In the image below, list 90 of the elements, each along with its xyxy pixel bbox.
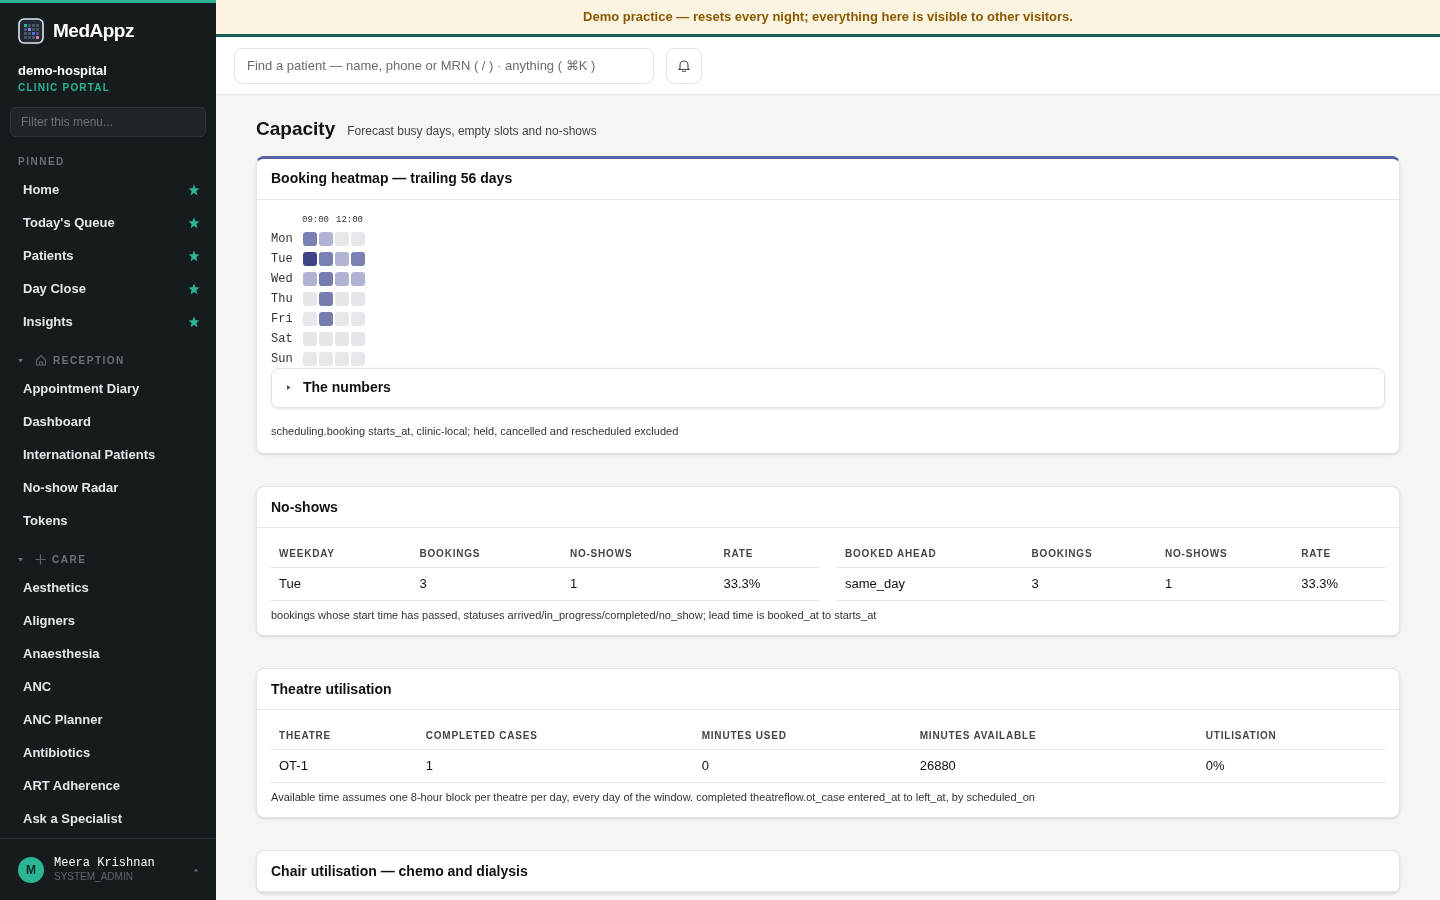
caret-icon[interactable] [18,357,23,363]
disclosure-label: The numbers [303,378,391,397]
user-avatar: M [18,856,44,883]
menu-item[interactable]: Today's Queue [0,206,216,239]
table-cell: 1 [417,749,694,782]
column-header: MINUTES AVAILABLE [911,722,1198,749]
menu-item[interactable]: Appointment Diary [0,372,216,405]
menu-item[interactable]: Aligners [0,604,216,637]
search-field[interactable]: Find a patient — name, phone or MRN ( / ) · anything ( ⌘K ) [234,47,654,84]
column-header: THEATRE [271,722,418,749]
house-icon [35,354,47,366]
column-header: WEEKDAY [271,540,412,567]
section-heading: CARE [52,552,87,567]
star-icon[interactable] [188,249,200,262]
card-title: Theatre utilisation [271,679,392,699]
numbers-disclosure[interactable]: The numbers [271,367,1385,408]
section-heading: PINNED [18,154,65,169]
user-role: SYSTEM_ADMIN [54,871,134,883]
menu-item[interactable]: Day Close [0,272,216,305]
caret-icon [286,385,291,390]
table-cell: 0% [1197,749,1385,782]
column-header: COMPLETED CASES [417,722,694,749]
card-title: Chair utilisation — chemo and dialysis [271,861,528,881]
day-label: Fri [271,310,294,328]
menu-item[interactable]: No-show Radar [0,471,216,504]
column-header: UTILISATION [1197,722,1385,749]
column-header: NO-SHOWS [1156,540,1294,567]
menu-item[interactable]: Home [0,173,216,206]
menu-item[interactable]: Insights [0,305,216,338]
table-cell: Tue [271,567,412,600]
table-cell: 1 [1156,567,1294,600]
card-title: No-shows [271,497,338,517]
column-header: BOOKINGS [411,540,562,567]
menu-item[interactable]: Antibiotics [0,736,216,769]
column-header: BOOKED AHEAD [837,540,1024,567]
column-header: RATE [715,540,819,567]
portal-label: CLINIC PORTAL [18,81,112,95]
plus-icon [35,553,46,565]
day-label: Wed [271,270,294,288]
section-heading: RECEPTION [53,353,125,368]
menu-item[interactable]: International Patients [0,438,216,471]
table-cell: 26880 [911,749,1198,782]
menu-item[interactable]: Anaesthesia [0,637,216,670]
hour-label: 09:00 [302,213,330,227]
org-name: demo-hospital [18,61,108,80]
table-cell: same_day [837,567,1024,600]
grid-logo-icon [18,18,44,45]
table-cell: 1 [561,567,716,600]
day-label: Mon [271,230,294,248]
menu-item[interactable]: Aesthetics [0,571,216,604]
table-cell: 33.3% [1293,567,1385,600]
day-label: Thu [271,290,294,308]
user-name: Meera Krishnan [54,856,156,871]
menu-item[interactable]: ANC [0,670,216,703]
caret-icon[interactable] [194,867,198,872]
filter-field[interactable]: Filter this menu... [10,107,206,137]
app-logo-text: MedAppz [53,19,134,43]
star-icon[interactable] [188,282,200,295]
menu-item[interactable]: ANC Planner [0,703,216,736]
star-icon[interactable] [188,216,200,229]
card-title: Booking heatmap — trailing 56 days [271,169,513,188]
menu-item[interactable]: Dashboard [0,405,216,438]
card-note: scheduling.booking starts_at, clinic-local; held, cancelled and rescheduled excluded [271,423,680,439]
column-header: NO-SHOWS [561,540,716,567]
day-label: Sat [271,330,294,348]
table-cell: 3 [1023,567,1157,600]
day-label: Sun [271,350,294,368]
table-cell: 0 [693,749,912,782]
column-header: MINUTES USED [693,722,912,749]
card-note: bookings whose start time has passed, statuses arrived/in_progress/completed/no_show; lead time is booked_at to starts_at [271,607,878,623]
menu-item[interactable]: Tokens [0,504,216,537]
card-note: Available time assumes one 8-hour block per theatre per day, every day of the window. completed theatreflow.ot_case entered_at to left_at, by scheduled_on [271,789,1036,805]
hour-label: 12:00 [336,213,364,227]
menu-item[interactable]: Ask a Specialist [0,802,216,835]
page-subtitle: Forecast busy days, empty slots and no-shows [347,123,597,140]
table-cell: 3 [411,567,562,600]
bell-icon [678,59,690,72]
page-title: Capacity [256,117,336,141]
caret-icon[interactable] [18,556,23,562]
star-icon[interactable] [188,315,200,328]
menu-item[interactable]: Patients [0,239,216,272]
column-header: RATE [1293,540,1385,567]
menu-item[interactable]: ART Adherence [0,769,216,802]
demo-banner-text: Demo practice — resets every night; everything here is visible to other visitors. [583,8,1073,27]
day-label: Tue [271,250,294,268]
column-header: BOOKINGS [1023,540,1157,567]
notifications-button[interactable] [666,47,702,84]
star-icon[interactable] [188,183,200,196]
table-cell: OT-1 [271,749,418,782]
table-cell: 33.3% [715,567,819,600]
